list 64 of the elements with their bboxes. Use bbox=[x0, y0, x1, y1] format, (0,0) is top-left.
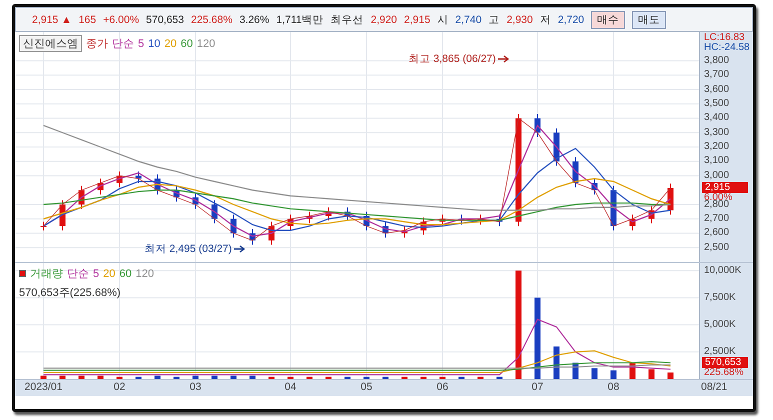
legend-title: 거래량 bbox=[30, 267, 63, 281]
quote-value: 2,915 ▲ bbox=[32, 14, 72, 26]
axis-label: 3,200 bbox=[704, 142, 730, 152]
legend-title: 단순 bbox=[112, 37, 134, 51]
date-label: 03 bbox=[190, 381, 202, 393]
quote-value: 2,930 bbox=[506, 14, 533, 26]
axis-label: 2,800 bbox=[704, 200, 730, 210]
axis-label: 3,800 bbox=[704, 56, 730, 66]
hc-value: HC:-24.58 bbox=[704, 43, 750, 53]
axis-label: 2,700 bbox=[704, 214, 730, 224]
quote-value: 570,653 bbox=[146, 14, 184, 26]
legend-item: 5 bbox=[93, 268, 100, 280]
date-label: 06 bbox=[436, 381, 448, 393]
quote-value: 시 bbox=[437, 12, 448, 26]
date-label: 07 bbox=[532, 381, 544, 393]
quote-value: 3.26% bbox=[239, 14, 270, 26]
axis-label: 2,500K bbox=[704, 346, 736, 357]
legend-item: 5 bbox=[138, 38, 144, 50]
quote-value: 저 bbox=[540, 12, 551, 26]
date-label: 08 bbox=[608, 381, 620, 393]
date-label: 05 bbox=[360, 381, 372, 393]
axis-label: 7,500K bbox=[704, 292, 736, 303]
axis-label: 2,600 bbox=[704, 228, 730, 238]
legend-item: 20 bbox=[103, 268, 116, 280]
current-volume: 570,653 bbox=[702, 357, 748, 368]
axis-label: 5,000K bbox=[704, 320, 736, 330]
quote-value: 1,711백만 bbox=[276, 12, 324, 26]
price-annotation: 최저 2,495 (03/27) bbox=[144, 242, 246, 256]
date-label: 04 bbox=[284, 381, 296, 393]
quote-value: +6.00% bbox=[103, 14, 140, 26]
current-price: 2,915 bbox=[702, 182, 748, 193]
quote-value: 225.68% bbox=[191, 14, 232, 26]
axis-label: 3,400 bbox=[704, 113, 730, 124]
price-annotation: 최고 3,865 (06/27) bbox=[408, 52, 510, 66]
volume-summary: 570,653주(225.68%) bbox=[19, 286, 122, 300]
axis-label: 3,700 bbox=[704, 70, 730, 80]
axis-label: 2,500 bbox=[704, 242, 730, 253]
legend-item: 60 bbox=[180, 38, 193, 50]
axis-label: 3,500 bbox=[704, 98, 730, 109]
quote-value: 고 bbox=[488, 12, 500, 26]
legend-item: 10 bbox=[148, 38, 160, 50]
date-label: 08/21 bbox=[701, 381, 728, 393]
date-label: 2023/01 bbox=[24, 381, 62, 393]
volume-ratio: 225.68% bbox=[704, 368, 744, 378]
quote-value: 최우선 bbox=[330, 12, 364, 26]
quote-value: 2,720 bbox=[558, 14, 584, 26]
quote-value: 2,915 bbox=[404, 14, 430, 26]
axis-label: 3,300 bbox=[704, 128, 730, 138]
legend-title: 단순 bbox=[67, 267, 89, 281]
axis-label: 10,000K bbox=[704, 266, 742, 276]
axis-label: 3,000 bbox=[704, 170, 730, 181]
stock-name-label: 신진에스엠 bbox=[19, 35, 82, 52]
quote-value: 2,920 bbox=[370, 14, 398, 26]
date-label: 02 bbox=[114, 381, 126, 393]
quote-value: 2,740 bbox=[455, 14, 482, 26]
axis-label: 3,600 bbox=[704, 84, 730, 94]
legend-item: 20 bbox=[164, 38, 177, 50]
legend-item: 120 bbox=[196, 38, 216, 50]
quote-value: 165 bbox=[78, 14, 96, 26]
lc-value: LC:16.83 bbox=[704, 33, 745, 43]
legend-item: 120 bbox=[136, 268, 154, 280]
legend-item: 60 bbox=[119, 268, 132, 280]
legend-title: 종가 bbox=[86, 37, 108, 51]
axis-label: 3,100 bbox=[704, 156, 730, 166]
